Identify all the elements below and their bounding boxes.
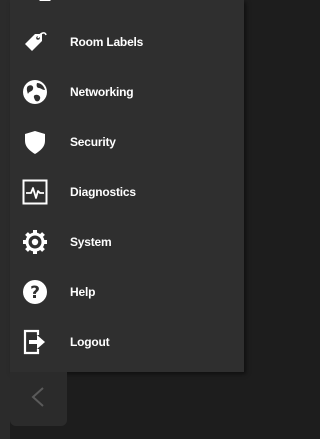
menu-item-logout[interactable]: Logout bbox=[10, 317, 244, 367]
shield-icon bbox=[22, 129, 48, 155]
menu-label-security: Security bbox=[70, 135, 116, 149]
menu-item-help[interactable]: ? Help bbox=[10, 267, 244, 317]
chevron-left-icon bbox=[31, 387, 44, 407]
menu-label-networking: Networking bbox=[70, 85, 134, 99]
menu-item-networking[interactable]: Networking bbox=[10, 67, 244, 117]
gear-icon bbox=[22, 229, 48, 255]
pulse-icon bbox=[22, 179, 48, 205]
globe-icon bbox=[22, 79, 48, 105]
help-icon: ? bbox=[22, 279, 48, 305]
menu-item-system[interactable]: System bbox=[10, 217, 244, 267]
menu-item-diagnostics[interactable]: Diagnostics bbox=[10, 167, 244, 217]
partial-menu-icon bbox=[32, 0, 58, 6]
menu-label-diagnostics: Diagnostics bbox=[70, 185, 136, 199]
menu-label-system: System bbox=[70, 235, 112, 249]
left-edge-strip bbox=[0, 0, 10, 439]
side-menu: Room Labels Networking Security Diagnost… bbox=[10, 0, 244, 372]
svg-text:?: ? bbox=[30, 283, 40, 303]
menu-label-room-labels: Room Labels bbox=[70, 35, 144, 49]
menu-item-room-labels[interactable]: Room Labels bbox=[10, 17, 244, 67]
menu-item-security[interactable]: Security bbox=[10, 117, 244, 167]
menu-label-logout: Logout bbox=[70, 335, 110, 349]
menu-label-help: Help bbox=[70, 285, 96, 299]
collapse-menu-button[interactable] bbox=[10, 372, 67, 426]
logout-icon bbox=[22, 329, 48, 355]
tag-icon bbox=[22, 29, 48, 55]
